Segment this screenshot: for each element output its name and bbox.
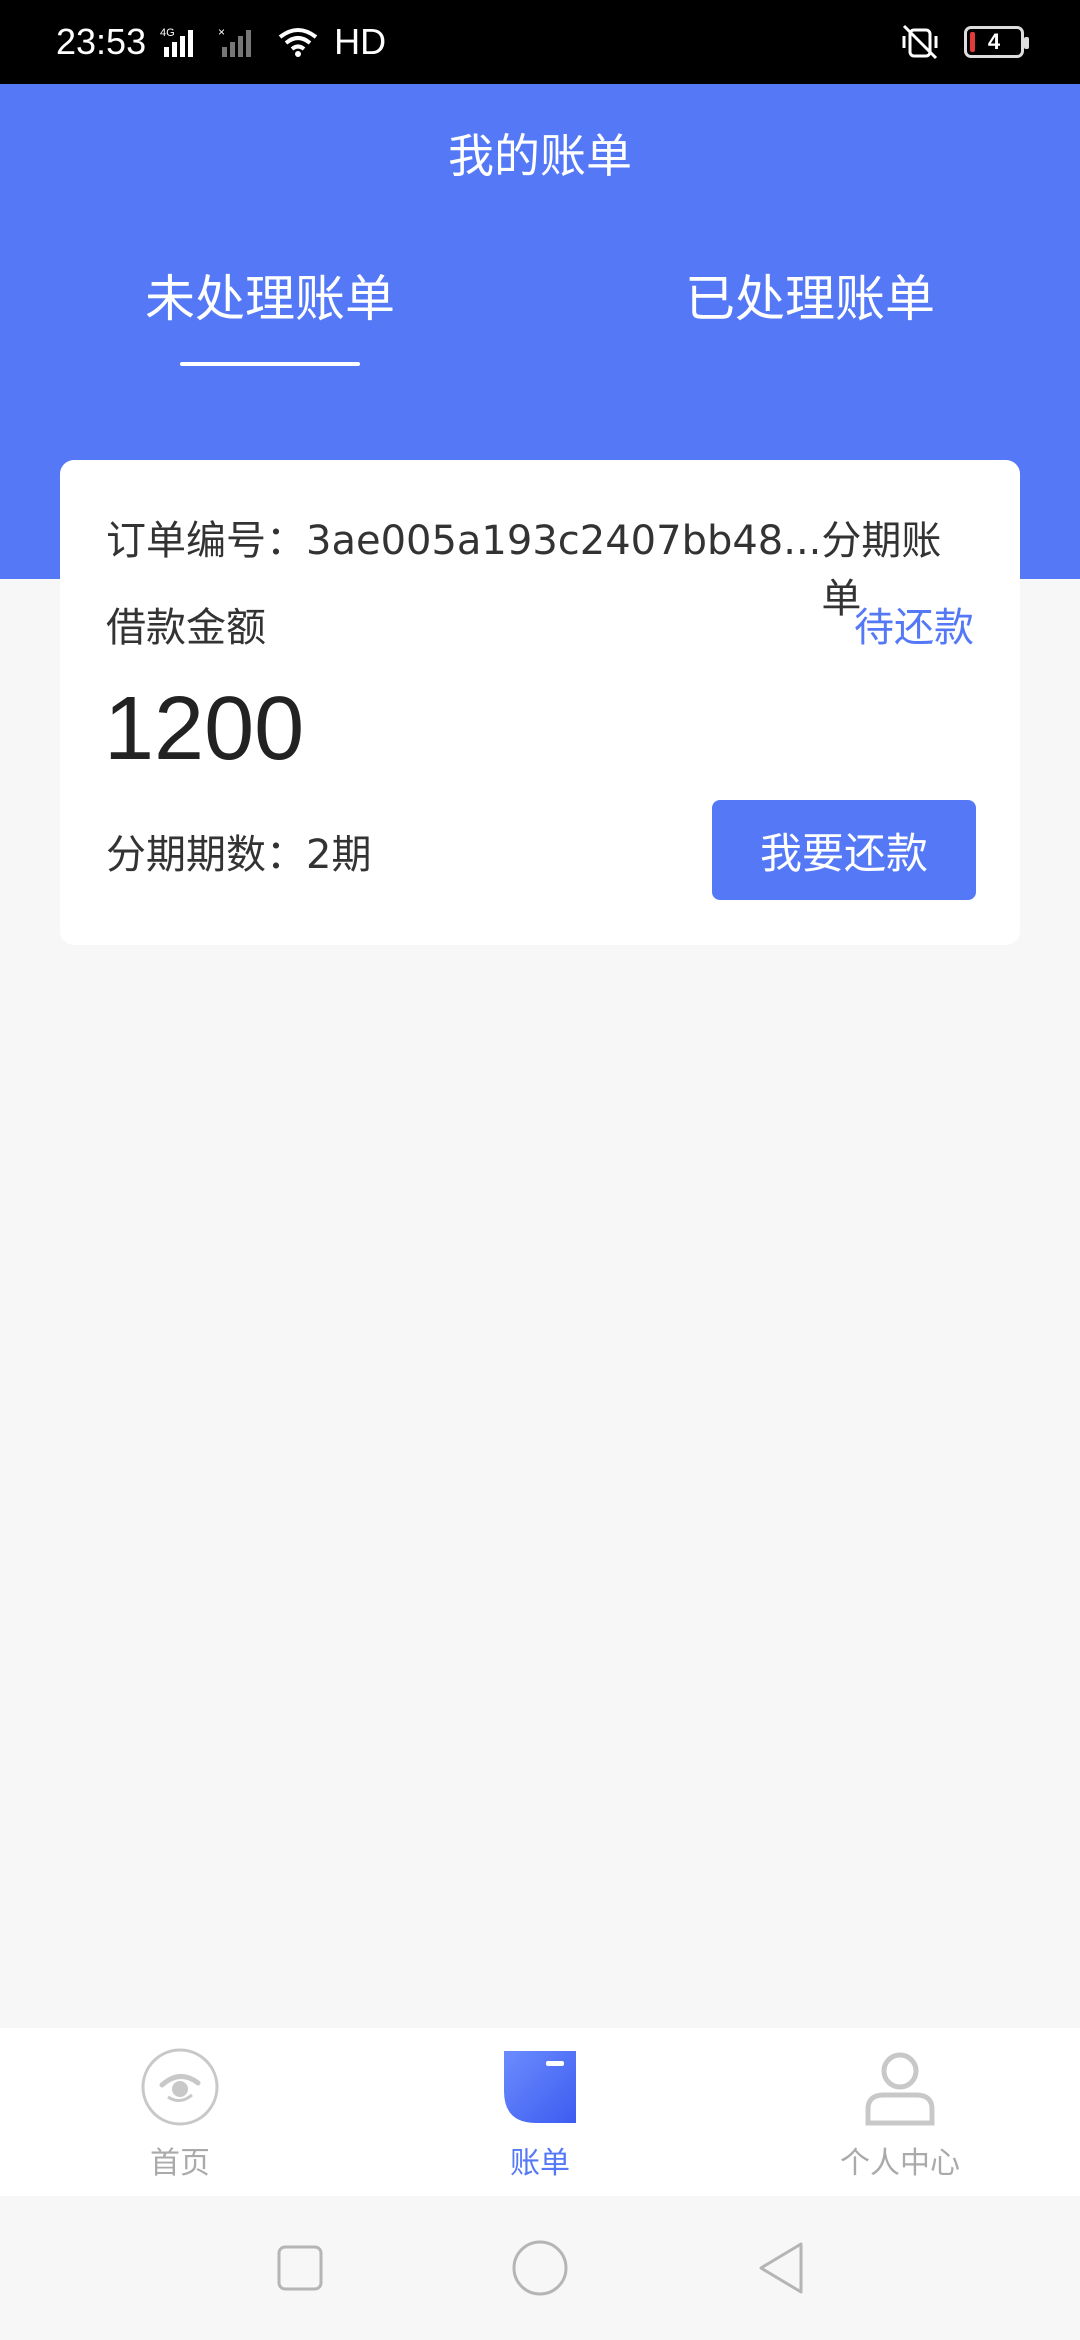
wifi-icon (276, 25, 320, 59)
loan-amount-label: 借款金额 (106, 605, 266, 651)
repay-button[interactable]: 我要还款 (712, 800, 976, 900)
status-right: 4 (898, 22, 1029, 62)
installments: 分期期数：2期 (106, 822, 371, 880)
4g-signal-icon: 4G (160, 25, 204, 59)
back-icon[interactable] (740, 2228, 820, 2308)
installments-label: 分期期数： (106, 832, 306, 878)
system-nav-bar (0, 2196, 1080, 2340)
status-left: 23:53 4G × HD (56, 21, 386, 63)
nav-item-bills[interactable]: 账单 (360, 2028, 720, 2196)
nav-item-home[interactable]: 首页 (0, 2028, 360, 2196)
page-title: 我的账单 (448, 129, 632, 183)
hd-icon: HD (334, 21, 387, 62)
order-number-value: 3ae005a193c2407bb48... (306, 518, 822, 564)
bill-tabs: 未处理账单 已处理账单 (0, 259, 1080, 369)
recent-apps-icon[interactable] (260, 2228, 340, 2308)
tab-processed-bills[interactable]: 已处理账单 (620, 259, 1000, 331)
nav-label-bills: 账单 (510, 2146, 570, 2181)
battery-level: 4 (987, 29, 1001, 54)
signal-x-icon: × (218, 25, 262, 59)
user-icon (857, 2044, 943, 2130)
loan-amount: 1200 (104, 679, 305, 779)
svg-text:×: × (218, 25, 225, 39)
status-time: 23:53 (56, 21, 147, 62)
bottom-nav: 首页 账单 个人中心 (0, 2028, 1080, 2196)
installments-value: 2期 (306, 832, 372, 878)
bill-icon (497, 2044, 583, 2130)
nav-label-home: 首页 (150, 2146, 210, 2181)
svg-text:4G: 4G (160, 27, 175, 39)
nav-item-profile[interactable]: 个人中心 (720, 2028, 1080, 2196)
nav-label-profile: 个人中心 (840, 2146, 960, 2181)
active-tab-indicator (180, 362, 360, 366)
tab-unprocessed-bills[interactable]: 未处理账单 (80, 259, 460, 331)
home-circle-icon[interactable] (500, 2228, 580, 2308)
home-icon (137, 2044, 223, 2130)
order-label: 订单编号： (106, 518, 306, 564)
status-bar: 23:53 4G × HD 4 (0, 0, 1080, 84)
mute-icon (898, 22, 942, 62)
status-badge: 待还款 (854, 605, 974, 651)
battery-icon: 4 (964, 26, 1029, 58)
loan-row: 借款金额 待还款 (106, 595, 974, 653)
bill-card[interactable]: 订单编号：3ae005a193c2407bb48... 分期账单 借款金额 待还… (60, 460, 1020, 945)
